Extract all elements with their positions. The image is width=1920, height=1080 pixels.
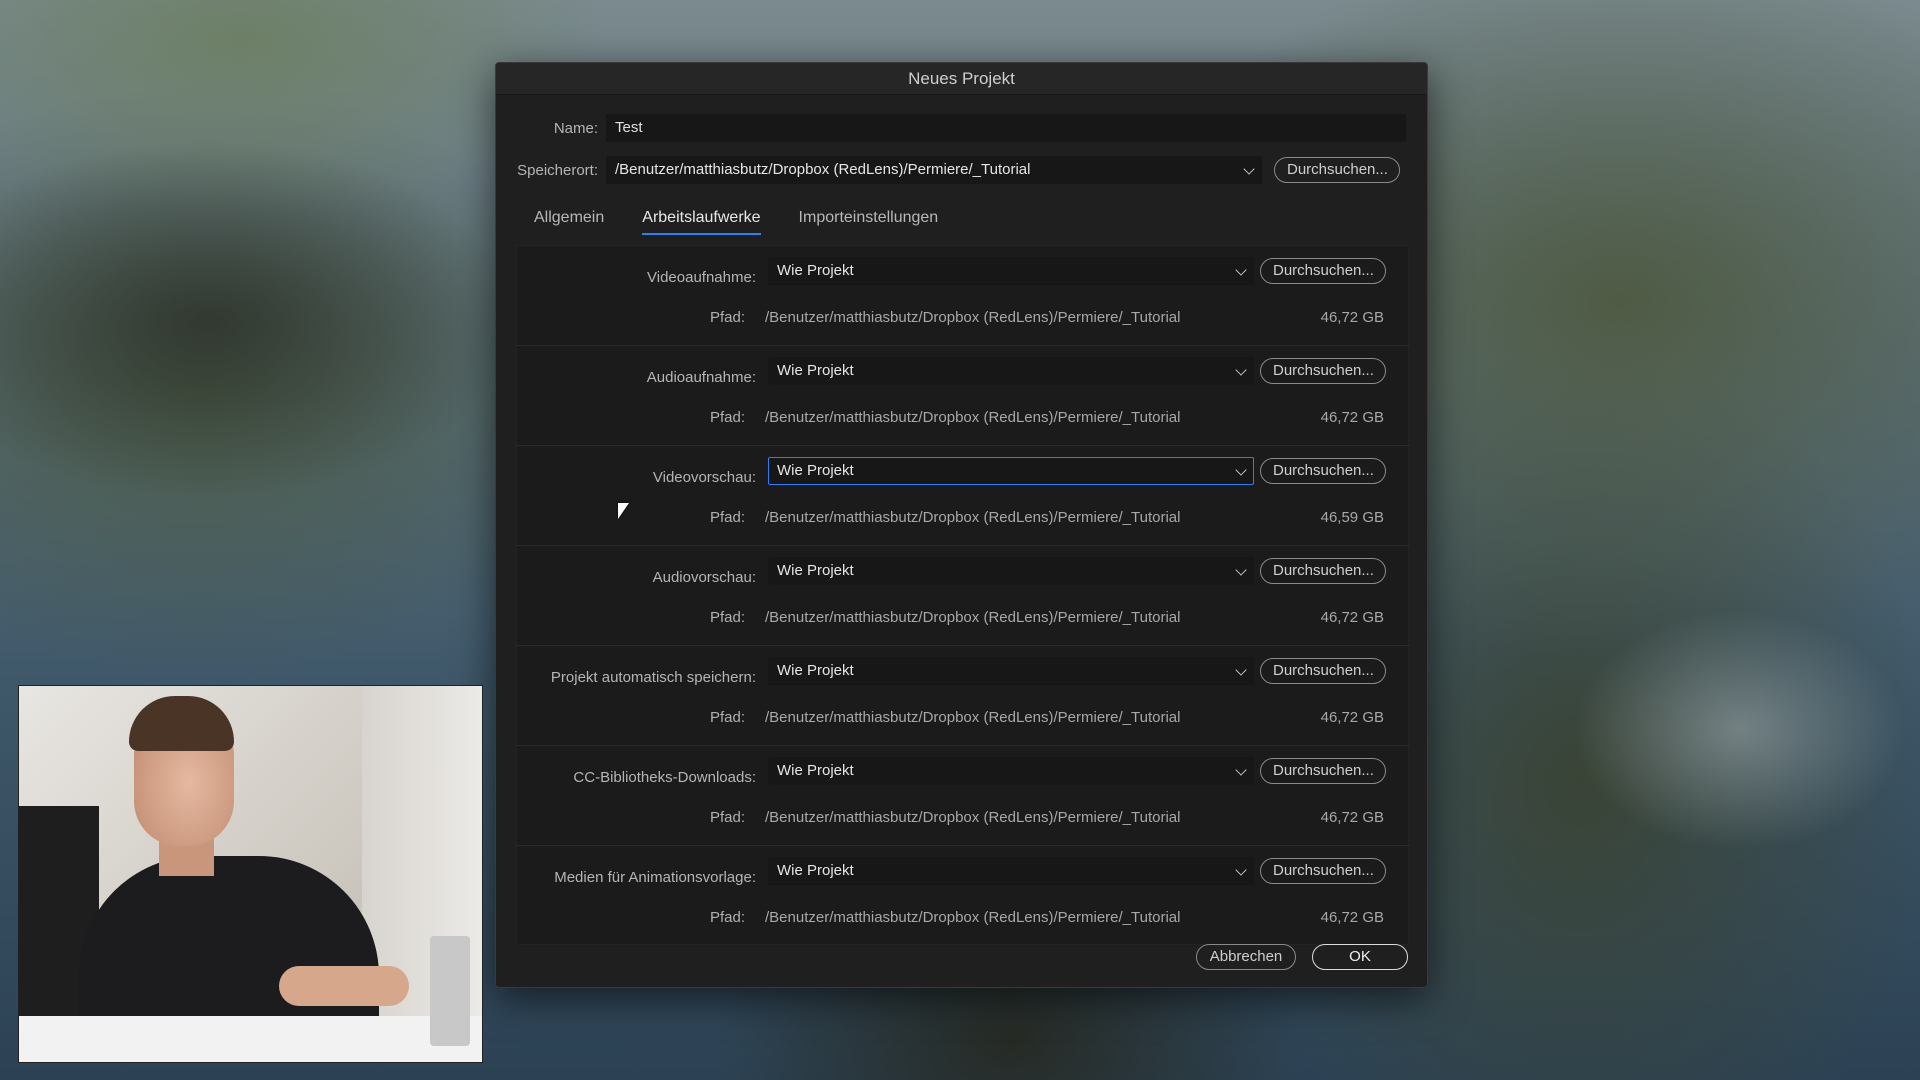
dialog-footer: Abbrechen OK <box>496 939 1429 979</box>
cancel-button[interactable]: Abbrechen <box>1196 944 1296 970</box>
select-value: Wie Projekt <box>777 462 854 479</box>
section-label: Medien für Animationsvorlage: <box>554 869 756 886</box>
audiovorschau-browse-button[interactable]: Durchsuchen... <box>1260 558 1386 584</box>
free-space: 46,72 GB <box>1320 609 1384 626</box>
videoaufnahme-browse-button[interactable]: Durchsuchen... <box>1260 258 1386 284</box>
section-label: Audiovorschau: <box>652 569 756 586</box>
location-select[interactable]: /Benutzer/matthiasbutz/Dropbox (RedLens)… <box>606 156 1262 184</box>
chevron-down-icon <box>1235 764 1247 776</box>
chevron-down-icon <box>1235 264 1247 276</box>
videovorschau-select[interactable]: Wie Projekt <box>768 457 1254 485</box>
free-space: 46,72 GB <box>1320 709 1384 726</box>
webcam-overlay <box>18 685 483 1063</box>
section-label: CC-Bibliotheks-Downloads: <box>573 769 756 786</box>
section-auto-save: Projekt automatisch speichern: Wie Proje… <box>517 646 1410 746</box>
section-label: Audioaufnahme: <box>646 369 756 386</box>
section-label: Projekt automatisch speichern: <box>550 669 756 686</box>
webcam-monitor <box>430 936 470 1046</box>
path-value: /Benutzer/matthiasbutz/Dropbox (RedLens)… <box>765 409 1181 426</box>
chevron-down-icon <box>1235 364 1247 376</box>
chevron-down-icon <box>1235 464 1247 476</box>
free-space: 46,72 GB <box>1320 309 1384 326</box>
chevron-down-icon <box>1235 664 1247 676</box>
cc-downloads-browse-button[interactable]: Durchsuchen... <box>1260 758 1386 784</box>
motion-graphics-media-browse-button[interactable]: Durchsuchen... <box>1260 858 1386 884</box>
scratch-disks-panel: Videoaufnahme: Wie Projekt Durchsuchen..… <box>516 245 1410 946</box>
chevron-down-icon <box>1235 864 1247 876</box>
section-label: Videoaufnahme: <box>647 269 756 286</box>
section-videovorschau: Videovorschau: Wie Projekt Durchsuchen..… <box>517 446 1410 546</box>
audioaufnahme-select[interactable]: Wie Projekt <box>768 357 1254 385</box>
section-cc-downloads: CC-Bibliotheks-Downloads: Wie Projekt Du… <box>517 746 1410 846</box>
chevron-down-icon <box>1243 163 1255 175</box>
name-input[interactable]: Test <box>606 114 1406 142</box>
audioaufnahme-browse-button[interactable]: Durchsuchen... <box>1260 358 1386 384</box>
new-project-dialog: Neues Projekt Name: Test Speicherort: /B… <box>495 62 1428 988</box>
free-space: 46,72 GB <box>1320 809 1384 826</box>
videoaufnahme-select[interactable]: Wie Projekt <box>768 257 1254 285</box>
path-label: Pfad: <box>710 809 746 826</box>
location-browse-button[interactable]: Durchsuchen... <box>1274 157 1400 183</box>
section-label: Videovorschau: <box>652 469 756 486</box>
section-audiovorschau: Audiovorschau: Wie Projekt Durchsuchen..… <box>517 546 1410 646</box>
tab-bar: Allgemein Arbeitslaufwerke Importeinstel… <box>534 209 938 235</box>
mouse-cursor-icon <box>618 503 629 519</box>
path-value: /Benutzer/matthiasbutz/Dropbox (RedLens)… <box>765 709 1181 726</box>
webcam-desk <box>19 1016 482 1062</box>
auto-save-browse-button[interactable]: Durchsuchen... <box>1260 658 1386 684</box>
free-space: 46,72 GB <box>1320 909 1384 926</box>
desktop-background-sea <box>1560 600 1920 860</box>
free-space: 46,59 GB <box>1320 509 1384 526</box>
path-label: Pfad: <box>710 409 746 426</box>
select-value: Wie Projekt <box>777 262 854 279</box>
dialog-title: Neues Projekt <box>496 63 1427 95</box>
path-value: /Benutzer/matthiasbutz/Dropbox (RedLens)… <box>765 809 1181 826</box>
section-motion-graphics-media: Medien für Animationsvorlage: Wie Projek… <box>517 846 1410 946</box>
audiovorschau-select[interactable]: Wie Projekt <box>768 557 1254 585</box>
path-label: Pfad: <box>710 609 746 626</box>
tab-arbeitslaufwerke[interactable]: Arbeitslaufwerke <box>642 209 761 235</box>
desktop-background-rock <box>0 140 520 500</box>
ok-button[interactable]: OK <box>1312 944 1408 970</box>
path-label: Pfad: <box>710 509 746 526</box>
section-videoaufnahme: Videoaufnahme: Wie Projekt Durchsuchen..… <box>517 246 1410 346</box>
path-value: /Benutzer/matthiasbutz/Dropbox (RedLens)… <box>765 509 1181 526</box>
path-label: Pfad: <box>710 709 746 726</box>
location-row: Speicherort: /Benutzer/matthiasbutz/Drop… <box>496 156 1429 184</box>
path-value: /Benutzer/matthiasbutz/Dropbox (RedLens)… <box>765 309 1181 326</box>
tab-allgemein[interactable]: Allgemein <box>534 209 604 235</box>
webcam-person-arm <box>279 966 409 1006</box>
path-value: /Benutzer/matthiasbutz/Dropbox (RedLens)… <box>765 909 1181 926</box>
select-value: Wie Projekt <box>777 862 854 879</box>
webcam-person-hair <box>129 696 234 751</box>
path-label: Pfad: <box>710 909 746 926</box>
cc-downloads-select[interactable]: Wie Projekt <box>768 757 1254 785</box>
motion-graphics-media-select[interactable]: Wie Projekt <box>768 857 1254 885</box>
select-value: Wie Projekt <box>777 362 854 379</box>
tab-importeinstellungen[interactable]: Importeinstellungen <box>799 209 939 235</box>
location-value: /Benutzer/matthiasbutz/Dropbox (RedLens)… <box>615 161 1031 178</box>
path-value: /Benutzer/matthiasbutz/Dropbox (RedLens)… <box>765 609 1181 626</box>
section-audioaufnahme: Audioaufnahme: Wie Projekt Durchsuchen..… <box>517 346 1410 446</box>
select-value: Wie Projekt <box>777 762 854 779</box>
chevron-down-icon <box>1235 564 1247 576</box>
free-space: 46,72 GB <box>1320 409 1384 426</box>
location-label: Speicherort: <box>517 161 598 179</box>
select-value: Wie Projekt <box>777 562 854 579</box>
path-label: Pfad: <box>710 309 746 326</box>
name-label: Name: <box>553 119 598 137</box>
select-value: Wie Projekt <box>777 662 854 679</box>
name-row: Name: Test <box>496 114 1429 142</box>
auto-save-select[interactable]: Wie Projekt <box>768 657 1254 685</box>
videovorschau-browse-button[interactable]: Durchsuchen... <box>1260 458 1386 484</box>
